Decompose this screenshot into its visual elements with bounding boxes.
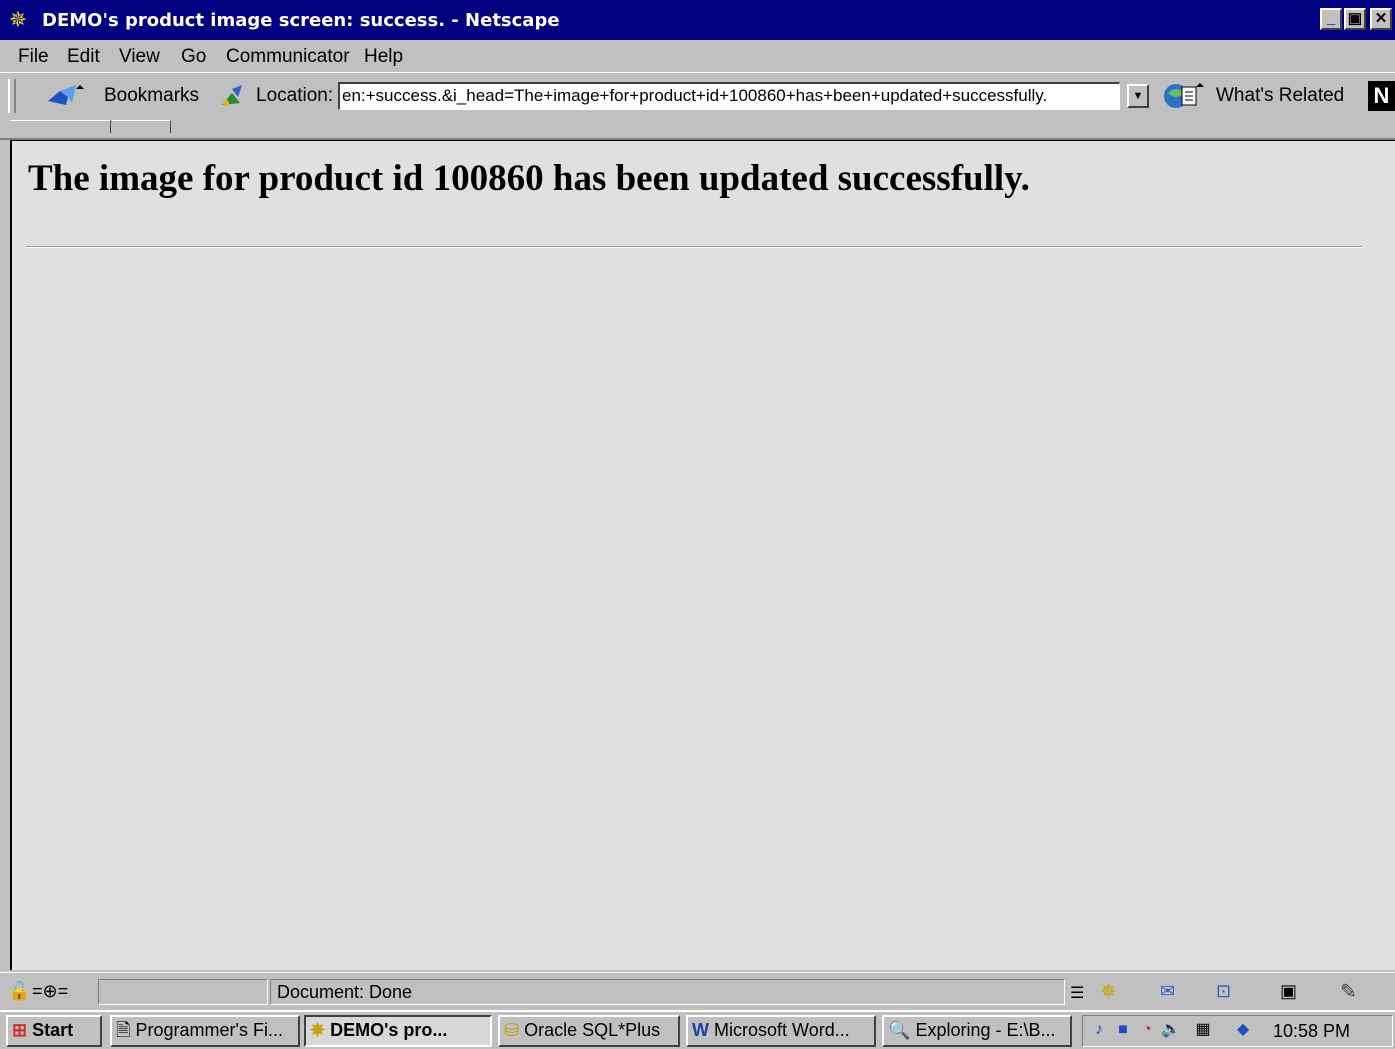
window-title: DEMO's product image screen: success. - … xyxy=(42,10,560,31)
netscape-app-icon[interactable]: ✵ xyxy=(6,9,30,31)
toolbar-tabstrip xyxy=(0,118,1395,140)
task-oracle-sqlplus[interactable]: ⛁ Oracle SQL*Plus xyxy=(498,1015,680,1047)
word-icon: W xyxy=(692,1020,709,1040)
horizontal-rule xyxy=(26,246,1362,248)
windows-taskbar: ⊞ Start 🗎 Programmer's Fi... ✵ DEMO's pr… xyxy=(0,1010,1395,1049)
menu-file[interactable]: File xyxy=(18,46,49,68)
task-label: Microsoft Word... xyxy=(714,1020,850,1040)
netscape-task-icon: ✵ xyxy=(310,1020,326,1040)
volume-icon[interactable]: 🔈 xyxy=(1161,1020,1181,1040)
url-input[interactable]: en:+success.&i_head=The+image+for+produc… xyxy=(338,82,1120,110)
task-netscape-demo[interactable]: ✵ DEMO's pro... xyxy=(304,1015,492,1047)
menu-go[interactable]: Go xyxy=(181,46,206,68)
netscape-logo-icon[interactable]: N xyxy=(1368,81,1395,111)
title-bar[interactable]: ✵ DEMO's product image screen: success. … xyxy=(0,0,1395,40)
windows-logo-icon: ⊞ xyxy=(12,1020,28,1040)
newsgroups-icon[interactable]: ⊡ xyxy=(1216,981,1231,1002)
sqlplus-icon: ⛁ xyxy=(504,1020,520,1040)
maximize-button[interactable]: ▣ xyxy=(1344,8,1366,30)
task-programmers-file-editor[interactable]: 🗎 Programmer's Fi... xyxy=(110,1015,300,1047)
location-label: Location: xyxy=(256,85,334,106)
start-label: Start xyxy=(32,1020,74,1040)
menu-edit[interactable]: Edit xyxy=(67,46,100,68)
url-dropdown-button[interactable]: ▼ xyxy=(1127,84,1149,108)
task-label: DEMO's pro... xyxy=(330,1020,448,1040)
whats-related-button[interactable]: What's Related xyxy=(1216,85,1344,107)
location-toolbar: Bookmarks Location: en:+success.&i_head=… xyxy=(0,72,1395,119)
clock[interactable]: 10:58 PM xyxy=(1273,1016,1350,1046)
menu-bar: File Edit View Go Communicator Help xyxy=(0,40,1395,72)
bookmarks-button[interactable]: Bookmarks xyxy=(104,85,199,107)
tray-network-icon[interactable]: ■ xyxy=(1113,1020,1133,1040)
whats-related-icon[interactable] xyxy=(1162,81,1208,111)
status-text: Document: Done xyxy=(270,979,1065,1005)
navigator-icon[interactable]: ✵ xyxy=(1100,979,1117,1004)
task-label: Oracle SQL*Plus xyxy=(524,1020,661,1040)
security-lock-icon[interactable]: 🔓 xyxy=(8,981,30,1002)
task-label: Exploring - E:\B... xyxy=(915,1020,1056,1040)
composer-icon[interactable]: ✎ xyxy=(1340,979,1357,1004)
navigation-toolbar-tab[interactable] xyxy=(10,120,111,133)
online-status-icon[interactable]: =⊕= xyxy=(32,981,68,1002)
location-icon[interactable] xyxy=(218,83,248,109)
minimize-button[interactable]: _ xyxy=(1320,8,1342,30)
task-microsoft-word[interactable]: W Microsoft Word... xyxy=(686,1015,876,1047)
tray-scheduler-icon[interactable]: ◔ xyxy=(1137,1020,1157,1040)
toolbar-grip[interactable] xyxy=(8,79,16,113)
progress-meter xyxy=(98,979,268,1005)
bookmarks-icon[interactable] xyxy=(46,83,90,109)
personal-toolbar-tab[interactable] xyxy=(112,120,171,133)
page-heading: The image for product id 100860 has been… xyxy=(28,158,1030,199)
explorer-icon: 🔍 xyxy=(888,1020,911,1040)
start-button[interactable]: ⊞ Start xyxy=(6,1015,102,1047)
editor-icon: 🗎 xyxy=(116,1020,131,1040)
task-label: Programmer's Fi... xyxy=(135,1020,283,1040)
component-bar-grip-icon[interactable]: ☰ xyxy=(1070,983,1084,1003)
menu-communicator[interactable]: Communicator xyxy=(226,46,350,68)
tray-display-icon[interactable]: ▦ xyxy=(1193,1020,1213,1040)
tray-messenger-icon[interactable]: ◆ xyxy=(1233,1020,1253,1040)
menu-view[interactable]: View xyxy=(119,46,160,68)
messenger-icon[interactable]: ✉ xyxy=(1160,981,1175,1002)
close-button[interactable]: ✕ xyxy=(1370,8,1392,30)
task-exploring[interactable]: 🔍 Exploring - E:\B... xyxy=(882,1015,1072,1047)
address-book-icon[interactable]: ▣ xyxy=(1280,981,1297,1002)
tray-app-icon[interactable]: ♪ xyxy=(1089,1020,1109,1040)
page-content: The image for product id 100860 has been… xyxy=(10,140,1395,970)
status-bar: 🔓 =⊕= Document: Done ☰ ✵ ✉ ⊡ ▣ ✎ xyxy=(0,972,1395,1011)
system-tray: ♪ ■ ◔ 🔈 ▦ ◆ 10:58 PM xyxy=(1082,1015,1393,1047)
menu-help[interactable]: Help xyxy=(364,46,403,68)
